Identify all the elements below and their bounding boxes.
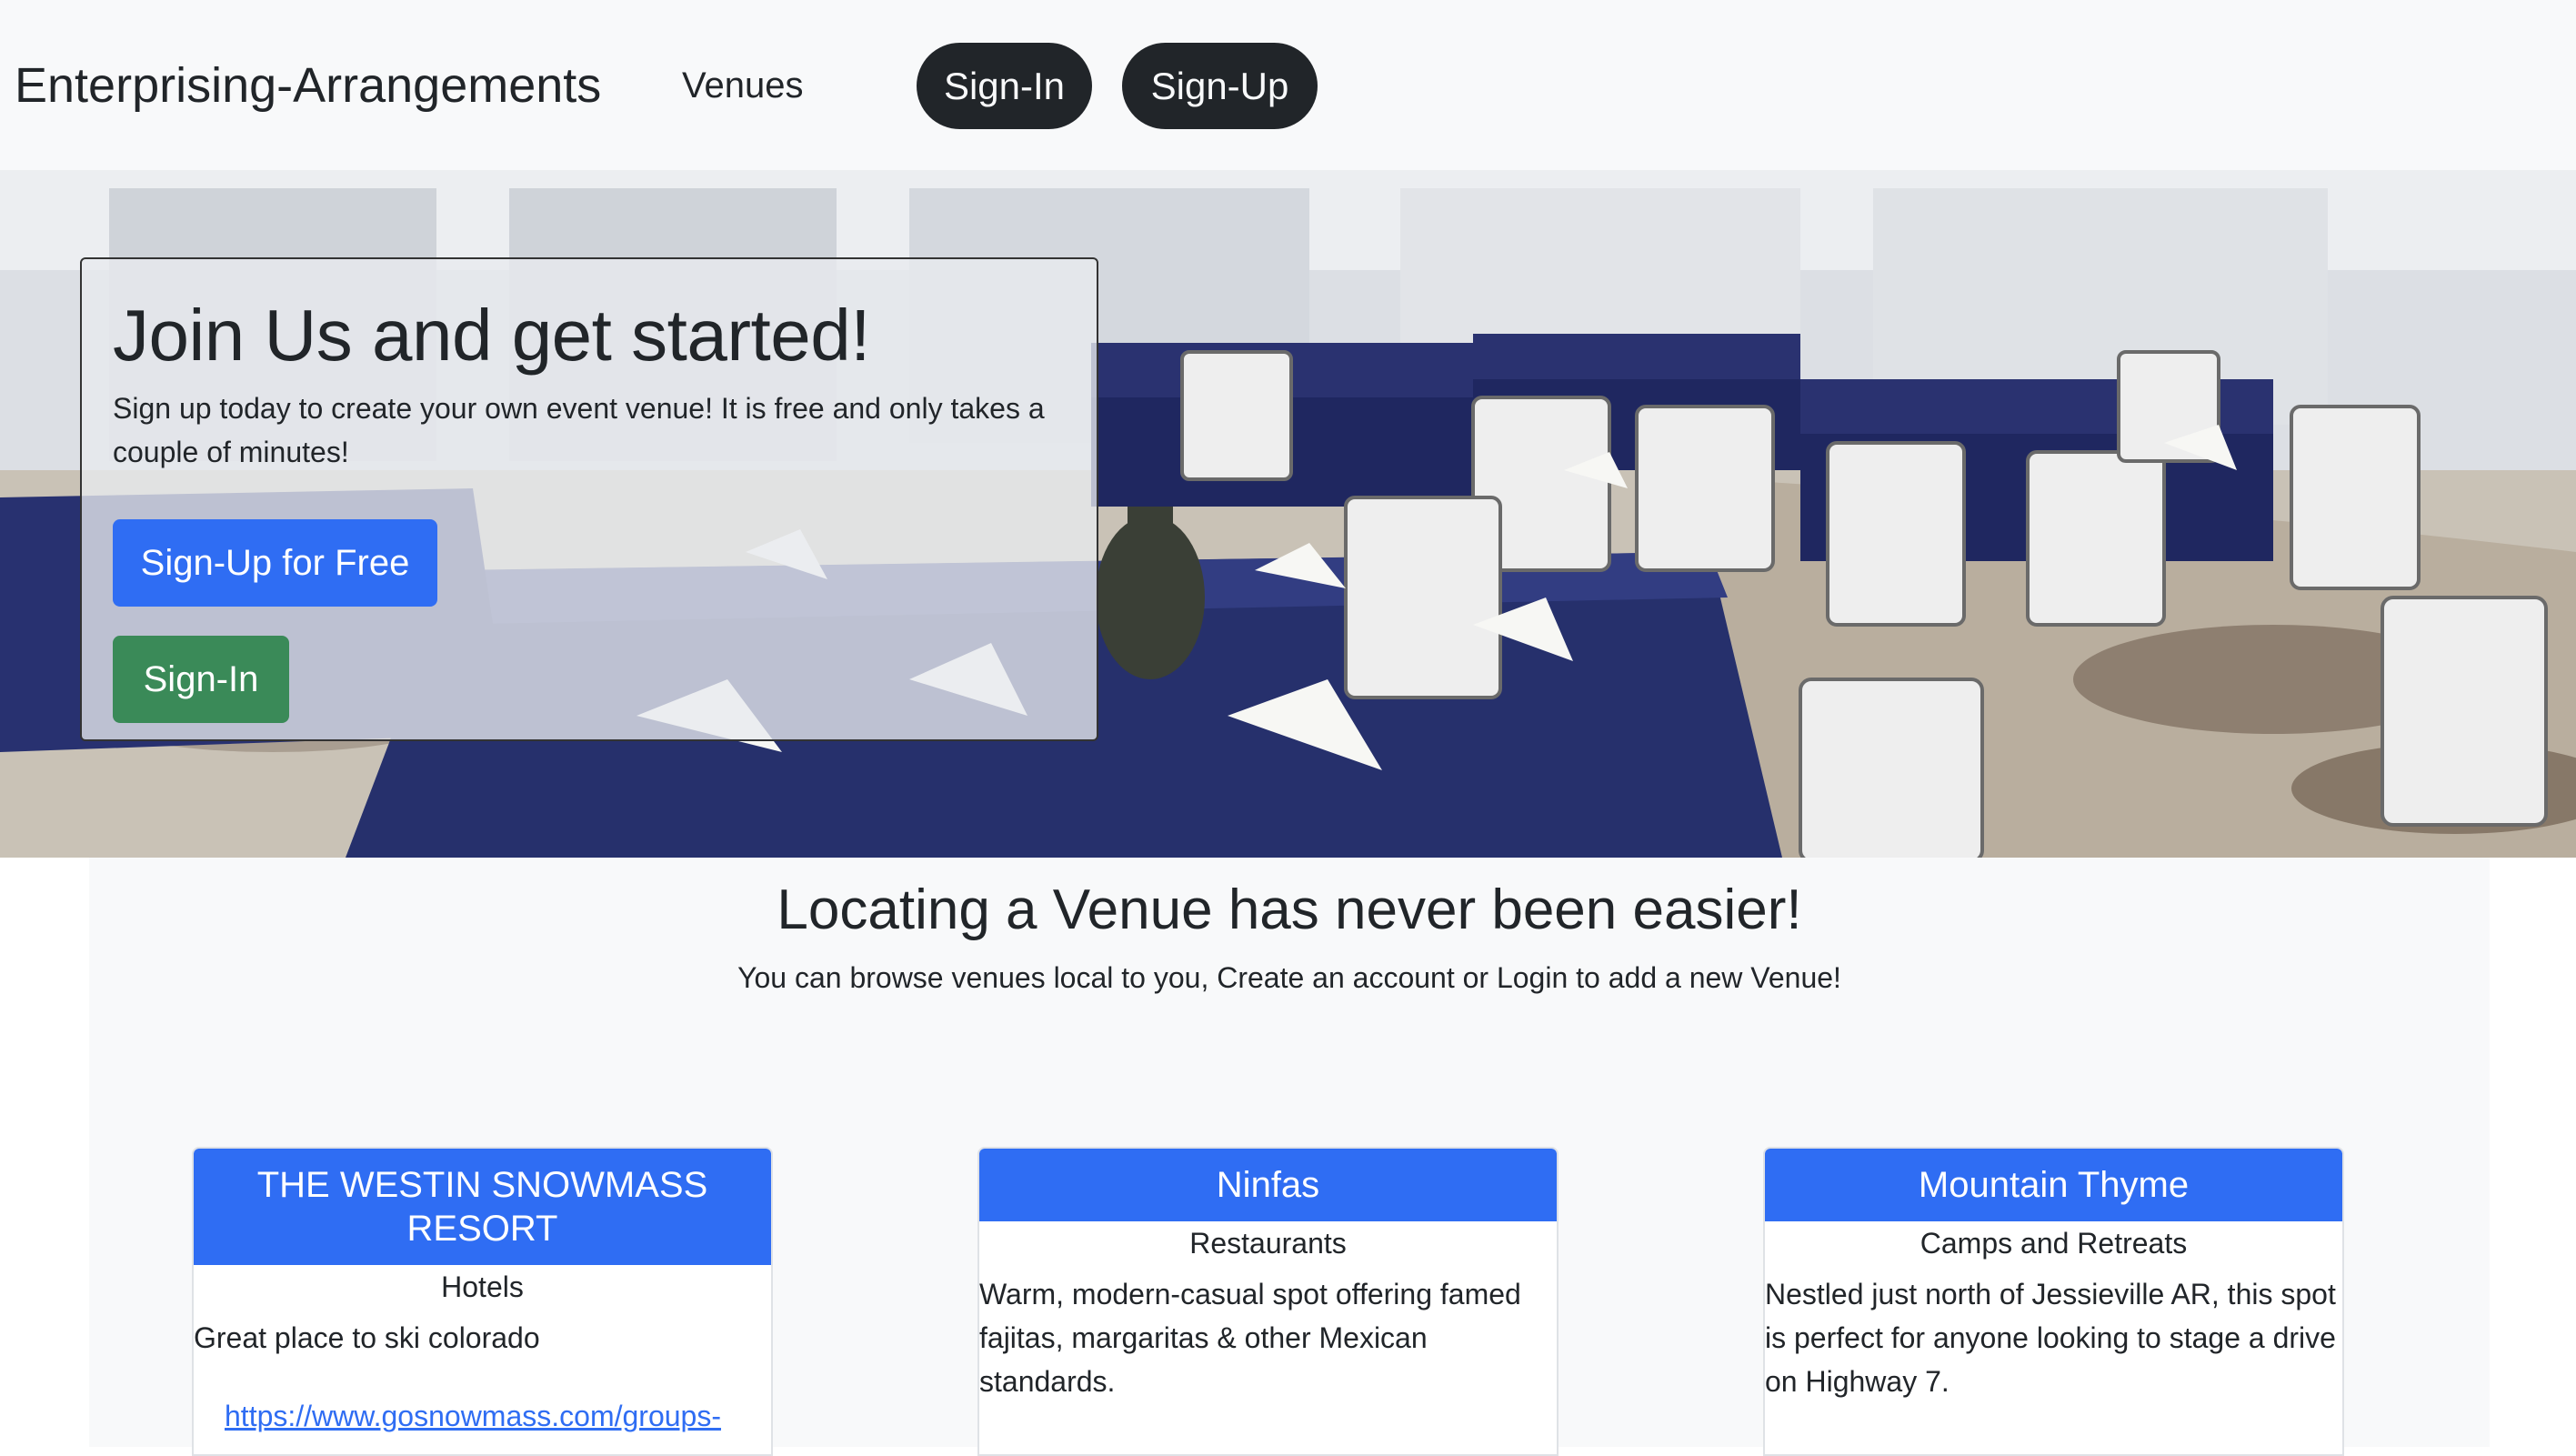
venue-card[interactable]: Ninfas Restaurants Warm, modern-casual s… [977,1147,1559,1456]
brand-logo-text[interactable]: Enterprising-Arrangements [15,53,601,118]
venue-card-title[interactable]: THE WESTIN SNOWMASS RESORT [194,1149,771,1265]
section-subtitle: You can browse venues local to you, Crea… [737,961,1841,994]
venue-card[interactable]: THE WESTIN SNOWMASS RESORT Hotels Great … [192,1147,773,1456]
top-navbar: Enterprising-Arrangements Venues Sign-In… [0,0,2576,170]
nav-sign-up-button[interactable]: Sign-Up [1122,43,1318,129]
venue-card-category: Hotels [441,1270,524,1303]
venue-card-category: Camps and Retreats [1919,1227,2188,1260]
venue-card-title[interactable]: Mountain Thyme [1765,1149,2342,1221]
hero-banner: Join Us and get started! Sign up today t… [0,170,2576,858]
join-us-description: Sign up today to create your own event v… [113,392,1045,468]
venue-card-description: Nestled just north of Jessieville AR, th… [1765,1278,2336,1398]
venue-card[interactable]: Mountain Thyme Camps and Retreats Nestle… [1763,1147,2344,1456]
venue-card-link[interactable]: https://www.gosnowmass.com/groups- [194,1360,771,1436]
join-us-heading: Join Us and get started! [113,295,870,376]
nav-sign-in-button[interactable]: Sign-In [917,43,1092,129]
section-title: Locating a Venue has never been easier! [777,879,1802,941]
venue-card-description: Warm, modern-casual spot offering famed … [979,1278,1521,1398]
venue-card-category: Restaurants [1189,1227,1347,1260]
hero-sign-in-button[interactable]: Sign-In [113,636,289,723]
nav-link-venues[interactable]: Venues [682,60,803,111]
venue-card-title[interactable]: Ninfas [979,1149,1557,1221]
venue-card-description: Great place to ski colorado [194,1321,540,1354]
sign-up-for-free-button[interactable]: Sign-Up for Free [113,519,437,607]
join-us-card: Join Us and get started! Sign up today t… [80,257,1098,741]
